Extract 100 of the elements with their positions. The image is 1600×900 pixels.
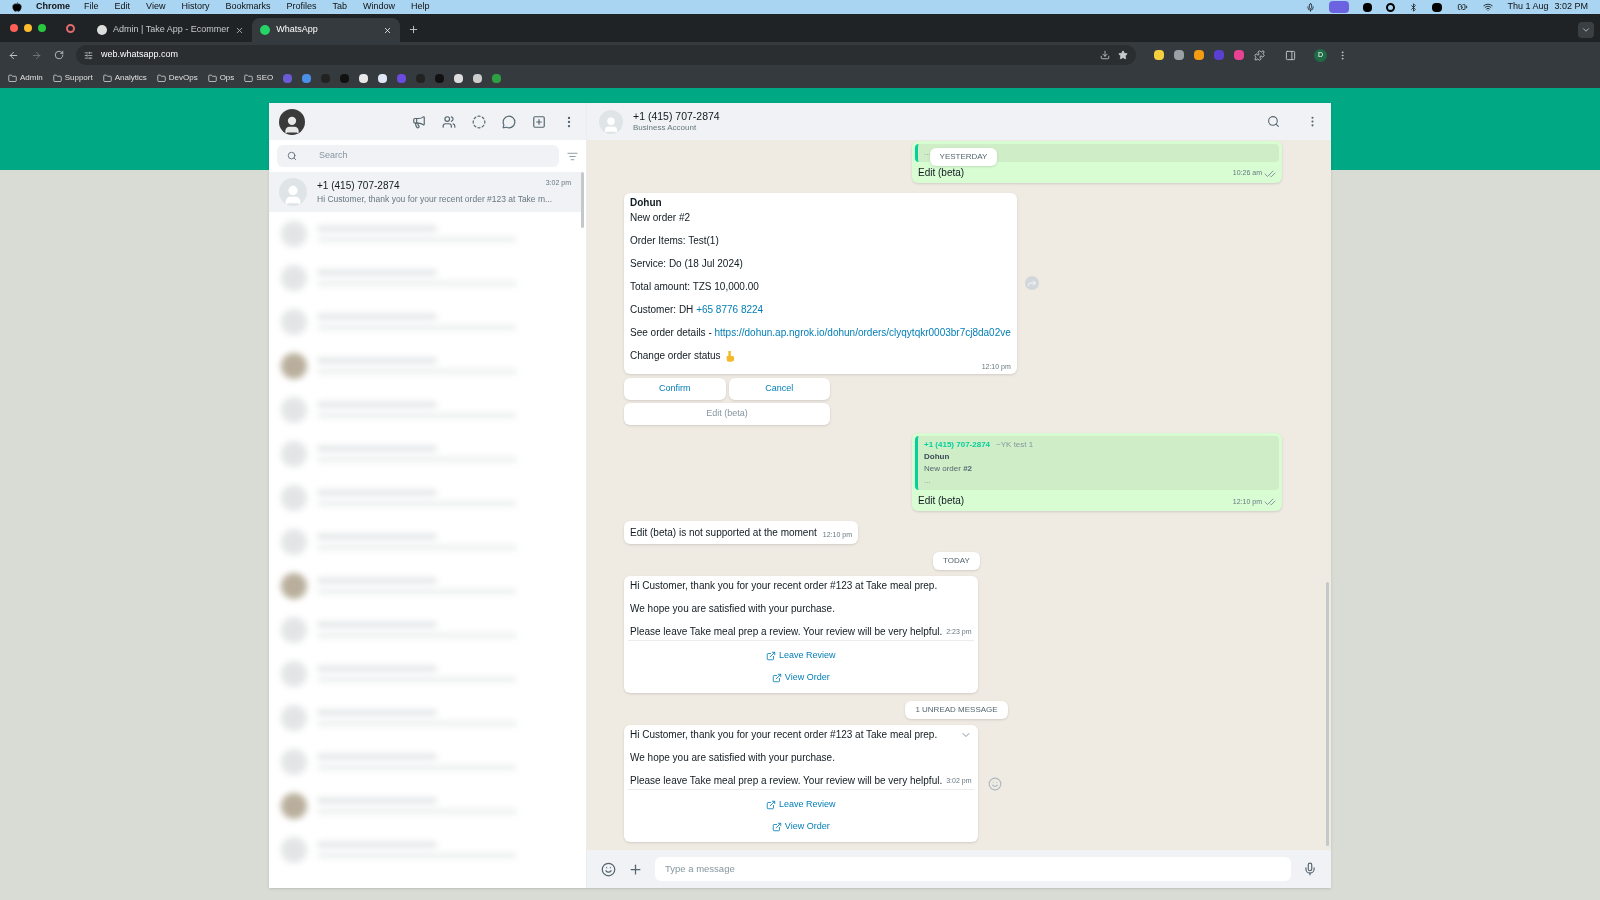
quote-body: New order #2	[924, 463, 974, 475]
mic-icon[interactable]	[1306, 2, 1316, 12]
person-icon	[282, 114, 302, 135]
action-link[interactable]: Leave Review	[628, 645, 974, 667]
chat-name: +1 (415) 707-2874	[317, 179, 400, 194]
message-text: Edit (beta) is not supported at the moment	[630, 526, 817, 540]
wifi-icon[interactable]	[1483, 2, 1494, 12]
search-placeholder: Search	[319, 149, 348, 163]
quote-ellipsis: ...	[924, 475, 931, 487]
external-link-icon	[771, 673, 782, 683]
communities-icon[interactable]	[442, 114, 456, 129]
menu-app-name[interactable]: Chrome	[36, 0, 70, 14]
new-tab-icon[interactable]	[408, 24, 420, 35]
message-placeholder: Type a message	[665, 861, 735, 876]
search-icon	[287, 151, 297, 161]
reload-icon[interactable]	[54, 50, 64, 60]
quote-title: Dohun	[924, 451, 951, 463]
microphone-icon[interactable]	[1303, 862, 1317, 876]
folder-icon	[156, 73, 166, 83]
message-line: New order #2	[630, 211, 691, 224]
extensions-icon[interactable]	[1254, 49, 1265, 61]
action-link[interactable]: View Order	[628, 667, 974, 689]
apple-icon[interactable]	[12, 2, 22, 12]
megaphone-icon[interactable]	[412, 114, 426, 129]
bookmark-folder[interactable]: Ops	[207, 72, 235, 84]
tab-title: Admin | Take App - Ecommer	[113, 23, 230, 37]
message-line: Customer: DH	[630, 303, 695, 316]
forward-nav-icon[interactable]	[31, 49, 42, 61]
message-line: Change order status	[630, 349, 721, 362]
install-icon[interactable]	[1100, 50, 1110, 60]
message-paragraph: Please leave Take meal prep a review. Your review will be very helpful.	[630, 626, 943, 638]
menu-time[interactable]: 3:02 PM	[1554, 0, 1588, 14]
profile-avatar[interactable]	[279, 108, 305, 135]
menu-item[interactable]: Tab	[332, 0, 347, 14]
channels-icon[interactable]	[502, 114, 516, 129]
bluetooth-icon[interactable]	[1409, 2, 1419, 12]
action-link[interactable]: Leave Review	[628, 794, 974, 816]
browser-tab[interactable]: WhatsApp	[252, 18, 401, 42]
menu-item[interactable]: File	[84, 0, 99, 14]
tab-favicon-icon	[97, 25, 107, 35]
message-line: Service: Do (18 Jul 2024)	[630, 257, 743, 270]
recording-icon[interactable]	[66, 23, 75, 33]
person-icon	[602, 115, 620, 134]
message-paragraph: We hope you are satisfied with your purchase.	[630, 603, 835, 615]
emoji-icon[interactable]	[601, 861, 616, 877]
menu-item[interactable]: Bookmarks	[225, 0, 271, 14]
browser-tab[interactable]: Admin | Take App - Ecommer	[89, 18, 253, 42]
reply-button[interactable]: Cancel	[728, 378, 830, 400]
message-link[interactable]: https://dohun.ap.ngrok.io/dohun/orders/clyqytqkr0003br7cj8da02ve	[714, 326, 1011, 339]
bookmark-folder[interactable]: Admin	[8, 72, 43, 84]
search-icon[interactable]	[1267, 115, 1280, 128]
menu-date[interactable]: Thu 1 Aug	[1507, 0, 1549, 14]
back-icon[interactable]	[8, 49, 19, 61]
message-line: Total amount: TZS 10,000.00	[630, 280, 759, 293]
quote-sender: ~YK test 1	[996, 439, 1034, 451]
minimize-window-icon[interactable]	[24, 24, 32, 32]
tab-title: WhatsApp	[276, 23, 319, 37]
message-sender: Dohun	[630, 195, 663, 210]
action-link[interactable]: View Order	[628, 816, 974, 838]
message-line: Order Items: Test(1)	[630, 234, 719, 247]
close-window-icon[interactable]	[10, 24, 18, 32]
status-icon[interactable]	[472, 114, 486, 129]
side-panel-icon[interactable]	[1285, 49, 1296, 61]
menu-item[interactable]: Profiles	[286, 0, 317, 14]
site-settings-icon[interactable]	[84, 50, 93, 60]
new-chat-icon[interactable]	[532, 114, 546, 129]
folder-icon	[8, 73, 17, 83]
bookmark-folder[interactable]: DevOps	[156, 72, 198, 84]
bookmark-folder[interactable]: SEO	[244, 72, 274, 84]
bookmark-folder[interactable]: Support	[52, 72, 93, 84]
message-paragraph: Hi Customer, thank you for your recent order #123 at Take meal prep.	[630, 580, 938, 592]
date-chip: TODAY	[933, 552, 980, 570]
chat-preview: Hi Customer, thank you for your recent order #123 at Take m...	[317, 193, 554, 206]
menu-item[interactable]: View	[146, 0, 166, 14]
close-tab-icon[interactable]	[235, 25, 245, 35]
message-link[interactable]: +65 8776 8224	[696, 303, 764, 316]
tab-favicon-icon	[260, 25, 271, 35]
address-bar[interactable]: web.whatsapp.com	[76, 45, 1136, 65]
filter-icon[interactable]	[567, 150, 578, 162]
bookmark-folder[interactable]: Analytics	[102, 72, 147, 84]
folder-icon	[244, 73, 254, 83]
external-link-icon	[766, 651, 776, 661]
tab-search-icon[interactable]	[1578, 22, 1594, 38]
attach-icon[interactable]	[628, 861, 643, 877]
date-chip: YESTERDAY	[929, 148, 998, 166]
scrollbar-icon[interactable]	[1326, 582, 1329, 846]
bookmark-star-icon[interactable]	[1118, 50, 1128, 60]
contact-name: +1 (415) 707-2874	[633, 109, 720, 122]
menu-item[interactable]: Window	[362, 0, 395, 14]
menu-item[interactable]: History	[181, 0, 210, 14]
folder-icon	[102, 73, 112, 83]
message-paragraph: We hope you are satisfied with your purchase.	[630, 752, 835, 764]
message-line: See order details -	[630, 326, 713, 339]
reply-button[interactable]: Confirm	[624, 378, 726, 400]
menu-item[interactable]: Edit	[114, 0, 131, 14]
battery-icon[interactable]	[1456, 2, 1470, 12]
scrollbar-icon[interactable]	[581, 172, 584, 228]
menu-item[interactable]: Help	[411, 0, 430, 14]
zoom-window-icon[interactable]	[38, 24, 46, 32]
close-tab-icon[interactable]	[383, 25, 393, 35]
